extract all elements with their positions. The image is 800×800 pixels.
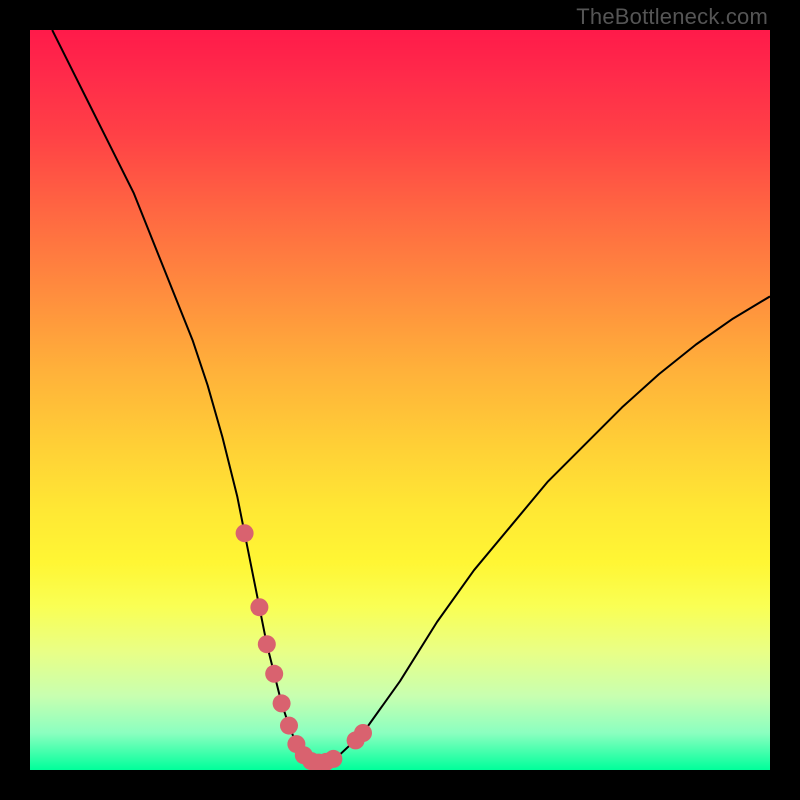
chart-svg: [30, 30, 770, 770]
marker-group: [236, 524, 372, 770]
plot-area: [30, 30, 770, 770]
curve-marker: [273, 694, 291, 712]
watermark-text: TheBottleneck.com: [576, 4, 768, 30]
chart-frame: TheBottleneck.com: [0, 0, 800, 800]
curve-marker: [280, 717, 298, 735]
curve-marker: [265, 665, 283, 683]
curve-marker: [324, 750, 342, 768]
curve-marker: [258, 635, 276, 653]
bottleneck-curve: [52, 30, 770, 763]
curve-marker: [354, 724, 372, 742]
curve-marker: [236, 524, 254, 542]
curve-marker: [250, 598, 268, 616]
